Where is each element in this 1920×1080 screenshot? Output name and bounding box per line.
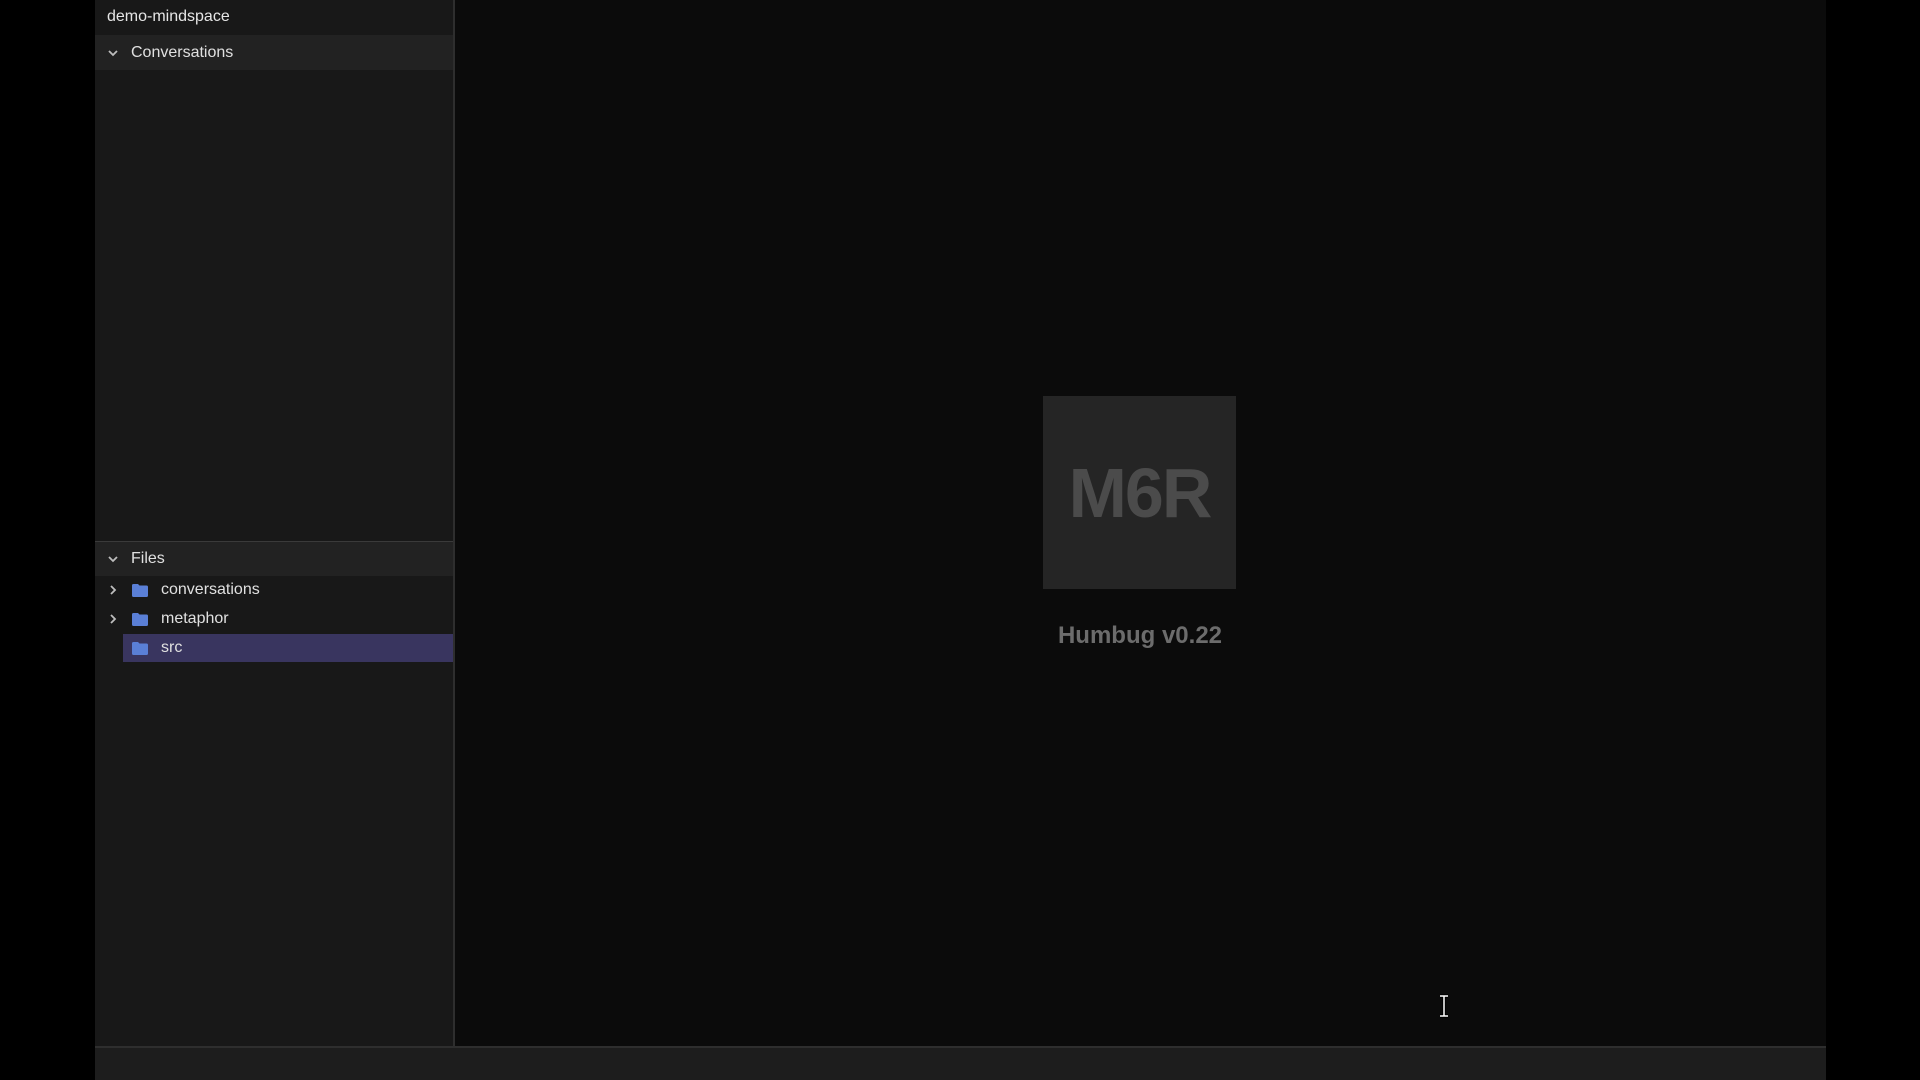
chevron-down-icon[interactable] — [107, 47, 119, 59]
chevron-right-icon[interactable] — [108, 584, 118, 596]
files-section-label: Files — [131, 550, 165, 567]
file-tree-item-label: metaphor — [161, 610, 229, 627]
folder-icon — [132, 584, 148, 597]
text-cursor-icon — [1438, 994, 1450, 1018]
status-bar — [95, 1046, 1826, 1080]
logo-text: M6R — [1068, 453, 1213, 532]
file-tree-item-label: conversations — [161, 581, 260, 598]
workspace-title: demo-mindspace — [107, 8, 230, 25]
conversations-section-header[interactable]: Conversations — [95, 35, 453, 70]
files-section-header[interactable]: Files — [95, 541, 453, 576]
main-area: M6R Humbug v0.22 — [455, 0, 1826, 1046]
folder-icon — [132, 642, 148, 655]
file-tree-item-metaphor[interactable]: metaphor — [95, 605, 453, 633]
file-tree-item-conversations[interactable]: conversations — [95, 576, 453, 604]
file-tree-item-src[interactable]: src — [95, 634, 453, 662]
file-tree-item-label: src — [161, 639, 183, 656]
sidebar: demo-mindspace Conversations Files conve… — [95, 0, 455, 1046]
chevron-right-icon[interactable] — [108, 613, 118, 625]
app-version: Humbug v0.22 — [1057, 622, 1223, 649]
folder-icon — [132, 613, 148, 626]
app-logo: M6R — [1043, 396, 1236, 589]
chevron-down-icon[interactable] — [107, 553, 119, 565]
conversations-section-label: Conversations — [131, 43, 234, 61]
app-window: demo-mindspace Conversations Files conve… — [95, 0, 1826, 1080]
